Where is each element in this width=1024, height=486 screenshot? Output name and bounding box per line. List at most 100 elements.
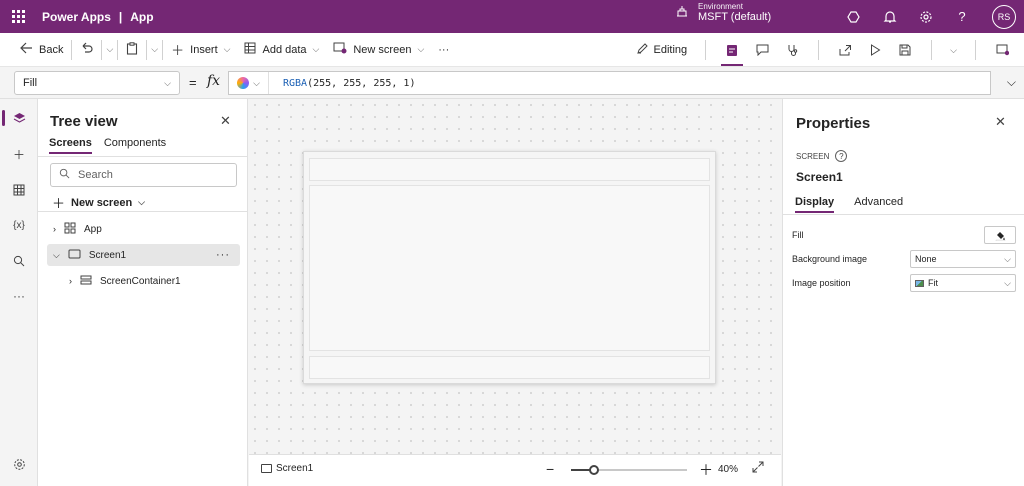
tree-node-label: ScreenContainer1: [100, 275, 181, 287]
property-row-fill: Fill: [792, 225, 1018, 245]
environment-name: MSFT (default): [698, 11, 772, 23]
chevron-down-icon[interactable]: ⌵: [53, 250, 60, 261]
plus-icon: ＋: [52, 196, 66, 211]
divider: [38, 156, 248, 157]
chevron-down-icon: ⌵: [1004, 277, 1011, 288]
more-commands-button[interactable]: ···: [434, 38, 453, 62]
app-checker-icon[interactable]: [721, 42, 744, 66]
new-screen-button[interactable]: ＋ New screen ⌵: [52, 193, 145, 212]
more-rail-icon[interactable]: ···: [0, 284, 38, 308]
zoom-in-icon[interactable]: ＋: [699, 460, 713, 480]
current-screen-indicator[interactable]: Screen1: [261, 463, 313, 474]
app-name[interactable]: App: [130, 10, 153, 24]
zoom-slider-thumb[interactable]: [589, 465, 600, 475]
help-question-icon[interactable]: ?: [835, 150, 848, 162]
divider: [71, 39, 73, 60]
settings-gear-icon[interactable]: [918, 9, 934, 25]
save-icon[interactable]: [897, 42, 913, 58]
properties-panel: Properties ✕ SCREEN ? Screen1 Display Ad…: [782, 99, 1024, 486]
zoom-out-icon[interactable]: −: [546, 461, 554, 477]
editing-mode-button[interactable]: Editing: [636, 42, 687, 58]
notifications-bell-icon[interactable]: [882, 9, 898, 25]
publish-icon[interactable]: [994, 42, 1010, 58]
app-title: Power Apps | App: [42, 10, 154, 24]
tree-view-layers-icon[interactable]: [0, 106, 38, 130]
tree-node-app[interactable]: › App: [47, 218, 240, 240]
more-label: ···: [438, 43, 450, 56]
tab-components[interactable]: Components: [104, 137, 166, 149]
container-icon: [80, 275, 92, 288]
add-data-button[interactable]: Add data ⌵: [240, 38, 323, 62]
undo-icon: [80, 42, 93, 57]
search-icon[interactable]: [0, 249, 38, 273]
background-image-dropdown[interactable]: None ⌵: [910, 250, 1016, 268]
health-stethoscope-icon[interactable]: [784, 42, 800, 58]
formula-text: RGBA(255, 255, 255, 1): [269, 78, 415, 89]
property-dropdown[interactable]: Fill ⌵: [14, 71, 180, 95]
copilot-formula-button[interactable]: ⌵: [229, 72, 269, 94]
screen1-preview[interactable]: [303, 151, 716, 384]
copilot-icon[interactable]: [846, 9, 862, 25]
formula-input[interactable]: ⌵ RGBA(255, 255, 255, 1): [228, 71, 991, 95]
paste-chevron-down-icon[interactable]: ⌵: [151, 44, 158, 55]
comments-icon[interactable]: [754, 42, 770, 58]
current-screen-name: Screen1: [276, 463, 314, 474]
tab-screens[interactable]: Screens: [49, 137, 92, 154]
background-image-value: None: [915, 254, 937, 264]
left-rail: ＋ {x} ···: [0, 99, 38, 486]
chevron-right-icon[interactable]: ›: [69, 276, 72, 286]
tree-view-title: Tree view: [50, 113, 118, 130]
add-data-label: Add data: [262, 43, 307, 56]
property-row-image-position: Image position Fit ⌵: [792, 273, 1018, 293]
back-button[interactable]: Back: [16, 38, 67, 62]
back-arrow-icon: [20, 42, 33, 57]
environment-label: Environment: [698, 2, 743, 11]
data-table-icon[interactable]: [0, 178, 38, 202]
undo-button[interactable]: [76, 38, 97, 62]
user-avatar[interactable]: RS: [992, 4, 1016, 29]
close-icon[interactable]: ✕: [995, 114, 1006, 130]
save-chevron-down-icon[interactable]: ⌵: [950, 45, 957, 56]
chevron-right-icon[interactable]: ›: [53, 224, 56, 234]
tab-advanced[interactable]: Advanced: [854, 196, 903, 208]
app-launcher-icon[interactable]: [0, 0, 36, 33]
title-separator: |: [118, 9, 123, 24]
status-bar: Screen1 − ＋ 40%: [249, 454, 781, 486]
new-screen-button[interactable]: New screen ⌵: [329, 38, 428, 62]
undo-chevron-down-icon[interactable]: ⌵: [106, 44, 113, 55]
expand-formula-chevron-icon[interactable]: ⌵: [1007, 75, 1016, 90]
copilot-logo-icon: [237, 77, 250, 89]
screen-footer-container[interactable]: [309, 356, 710, 379]
tree-node-screencontainer1[interactable]: › ScreenContainer1: [47, 270, 240, 292]
image-position-dropdown[interactable]: Fit ⌵: [910, 274, 1016, 292]
paste-button[interactable]: [122, 38, 142, 62]
chevron-down-icon: ⌵: [138, 197, 145, 207]
back-label: Back: [39, 43, 64, 56]
help-question-icon[interactable]: ?: [954, 9, 970, 25]
fit-image-icon: [915, 279, 924, 287]
insert-plus-icon[interactable]: ＋: [0, 142, 38, 166]
close-icon[interactable]: ✕: [220, 113, 231, 129]
design-canvas[interactable]: [249, 99, 781, 454]
settings-gear-icon[interactable]: [0, 452, 38, 476]
screen-main-container[interactable]: [309, 185, 710, 351]
fit-to-window-icon[interactable]: [752, 461, 764, 476]
tree-search-input[interactable]: Search: [50, 163, 237, 187]
search-icon: [59, 168, 70, 182]
insert-button[interactable]: ＋ Insert ⌵: [167, 38, 234, 62]
control-type: SCREEN ?: [796, 150, 848, 162]
brand-name: Power Apps: [42, 9, 111, 24]
control-name: Screen1: [796, 170, 843, 184]
property-row-background-image: Background image None ⌵: [792, 249, 1018, 269]
play-preview-icon[interactable]: [867, 42, 883, 58]
tree-node-screen1[interactable]: ⌵ Screen1 ···: [47, 244, 240, 266]
tab-display[interactable]: Display: [795, 196, 835, 213]
tree-view-tabs: Screens Components: [49, 137, 166, 154]
environment-picker[interactable]: Environment MSFT (default): [676, 2, 771, 23]
screen-header-container[interactable]: [309, 158, 710, 181]
fill-color-picker[interactable]: [984, 226, 1016, 244]
more-options-icon[interactable]: ···: [216, 249, 230, 261]
variables-icon[interactable]: {x}: [0, 213, 38, 237]
zoom-slider[interactable]: [571, 465, 687, 475]
share-icon[interactable]: [837, 42, 853, 58]
